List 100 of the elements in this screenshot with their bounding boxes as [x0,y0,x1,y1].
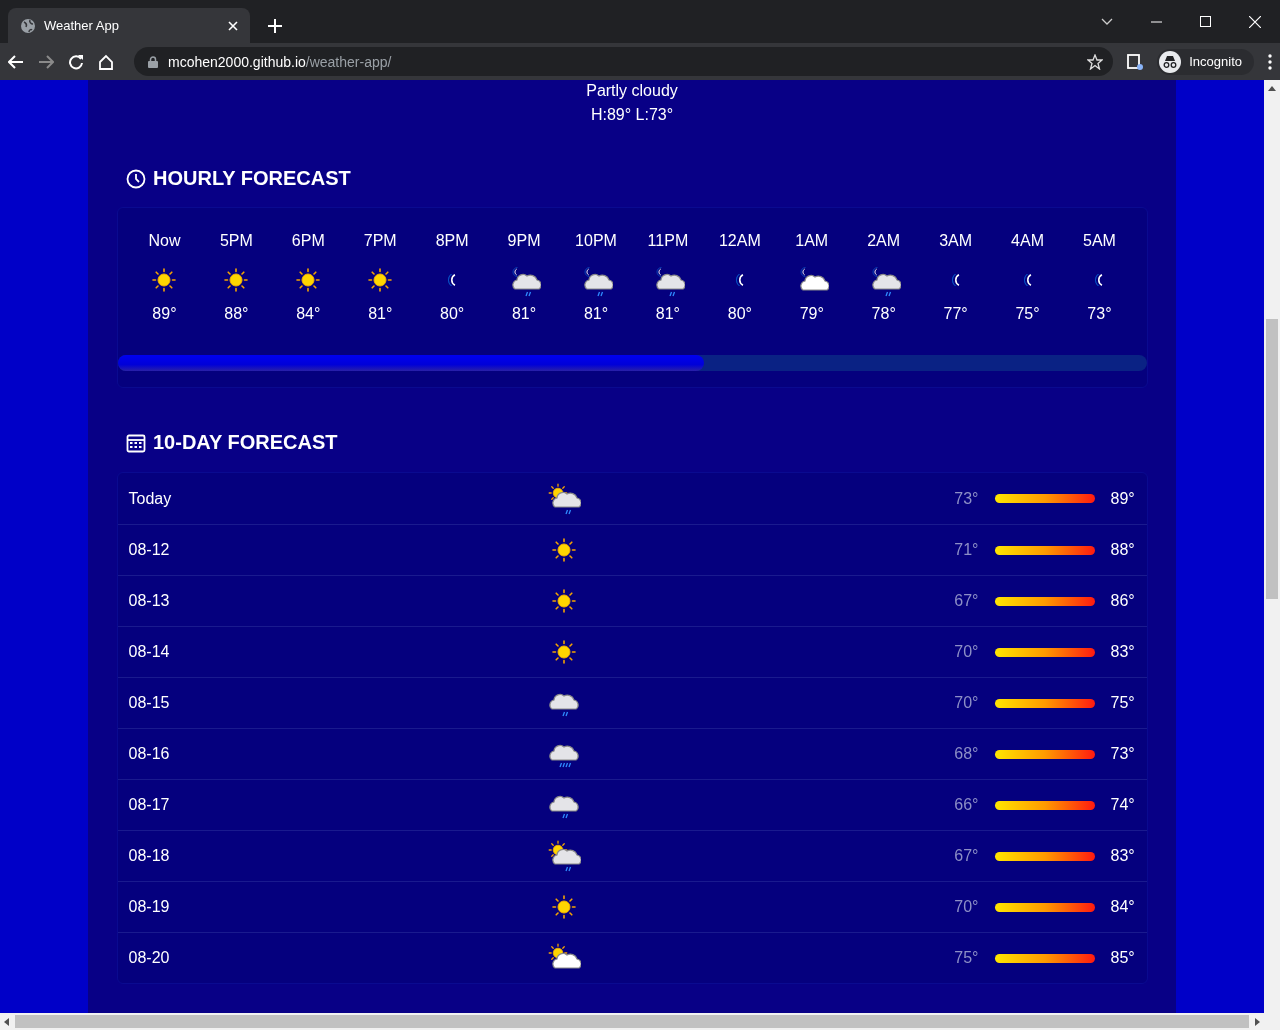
day-label: 08-19 [128,898,171,916]
low-temperature: 73° [953,489,979,508]
weather-condition: Partly cloudy [586,82,678,100]
reading-list-icon[interactable] [1127,53,1144,70]
day-label: 08-12 [128,541,171,559]
hour-label: 4AM [1011,232,1044,251]
hour-label: 1AM [795,232,829,251]
hour-temperature: 79° [799,305,824,323]
hour-label: 2AM [867,232,901,251]
low-temperature: 67° [953,847,979,865]
low-temperature: 70° [953,898,979,916]
high-temperature: 73° [1110,745,1136,763]
hour-temperature: 80° [727,305,752,323]
menu-icon[interactable] [1268,53,1272,70]
star-icon[interactable] [1087,53,1104,70]
hour-temperature: 75° [1015,305,1040,323]
moon-icon [951,274,960,286]
home-icon[interactable] [98,53,114,70]
low-temperature: 68° [953,745,979,763]
hour-temperature: 81° [511,305,537,323]
high-temperature: 83° [1110,847,1136,865]
day-label: 08-17 [128,796,171,814]
lock-icon [148,55,158,68]
hour-label: 12AM [718,232,761,251]
low-temperature: 70° [953,694,979,712]
hour-temperature: 81° [583,305,609,323]
low-temperature: 67° [953,592,979,610]
calendar-icon [126,432,146,453]
day-label: 08-15 [128,694,171,712]
section-heading: 10-DAY FORECAST [153,431,338,454]
globe-icon [20,17,36,34]
scroll-up-icon[interactable] [1268,86,1276,91]
hour-label: 9PM [507,232,541,251]
hour-label: 7PM [363,232,397,251]
address-bar[interactable]: mcohen2000.github.io/weather-app/ [134,47,1114,76]
high-temperature: 86° [1110,592,1136,610]
high-temperature: 89° [1110,489,1136,508]
high-low-temperature: H:89° L:73° [590,106,674,124]
scroll-left-icon[interactable] [4,1017,9,1026]
scrollbar-thumb[interactable] [15,1015,1249,1028]
high-temperature: 75° [1110,694,1136,712]
maximize-icon[interactable] [1200,16,1211,27]
low-temperature: 66° [953,796,979,814]
hour-temperature: 77° [943,305,968,323]
high-temperature: 85° [1110,949,1136,967]
moon-icon [1023,274,1032,286]
low-temperature: 70° [953,643,979,661]
hour-label: 11PM [647,232,689,251]
hour-label: 6PM [291,232,325,251]
high-temperature: 88° [1110,541,1136,559]
incognito-icon [1159,50,1182,73]
hour-label: 10PM [575,232,617,251]
day-label: 08-18 [128,847,171,865]
hour-label: 8PM [435,232,469,251]
day-label: 08-20 [128,949,171,967]
horizontal-scrollbar[interactable] [0,1013,1264,1030]
low-temperature: 71° [953,541,979,559]
scroll-right-icon[interactable] [1255,1017,1260,1026]
incognito-button[interactable]: Incognito [1157,48,1254,75]
tab-title: Weather App [44,18,120,33]
hour-label: 3AM [939,232,973,251]
scrollbar-thumb[interactable] [1266,319,1278,599]
day-label: 08-13 [128,592,171,610]
chevron-down-icon[interactable] [1101,17,1113,26]
day-label: 08-16 [128,745,171,763]
hour-temperature: 84° [296,305,321,323]
hour-temperature: 89° [152,305,177,323]
day-label: 08-14 [128,643,171,661]
day-label: Today [128,489,173,508]
hour-temperature: 88° [224,305,249,323]
moon-icon [448,274,457,286]
section-heading: HOURLY FORECAST [153,167,351,190]
url-text: mcohen2000.github.io/weather-app/ [168,53,393,70]
scrollbar-thumb[interactable] [117,355,704,371]
low-temperature: 75° [953,949,979,967]
reload-icon[interactable] [68,53,84,70]
back-icon[interactable] [8,54,24,69]
moon-icon [735,274,744,286]
minimize-icon[interactable] [1151,20,1162,23]
hour-temperature: 80° [440,305,465,323]
high-temperature: 83° [1110,643,1136,661]
forward-icon[interactable] [38,54,54,69]
hour-label: 5PM [219,232,253,251]
close-window-icon[interactable] [1249,15,1261,28]
close-icon[interactable] [228,20,238,31]
clock-icon [126,168,146,189]
new-tab-icon[interactable] [268,19,282,33]
hour-temperature: 73° [1087,305,1112,323]
hour-temperature: 81° [368,305,393,323]
browser-tab[interactable]: Weather App [8,8,250,43]
sun-cloud-rain-icon [546,481,581,516]
high-temperature: 84° [1110,898,1136,916]
hour-temperature: 78° [871,305,896,323]
vertical-scrollbar[interactable] [1264,80,1280,1030]
hour-label: 5AM [1083,232,1116,251]
sun-cloud-rain-icon [546,839,581,873]
hour-temperature: 81° [655,305,680,323]
hourly-scrollbar[interactable] [117,355,1147,371]
hour-label: Now [148,232,181,251]
moon-icon [1095,274,1104,286]
